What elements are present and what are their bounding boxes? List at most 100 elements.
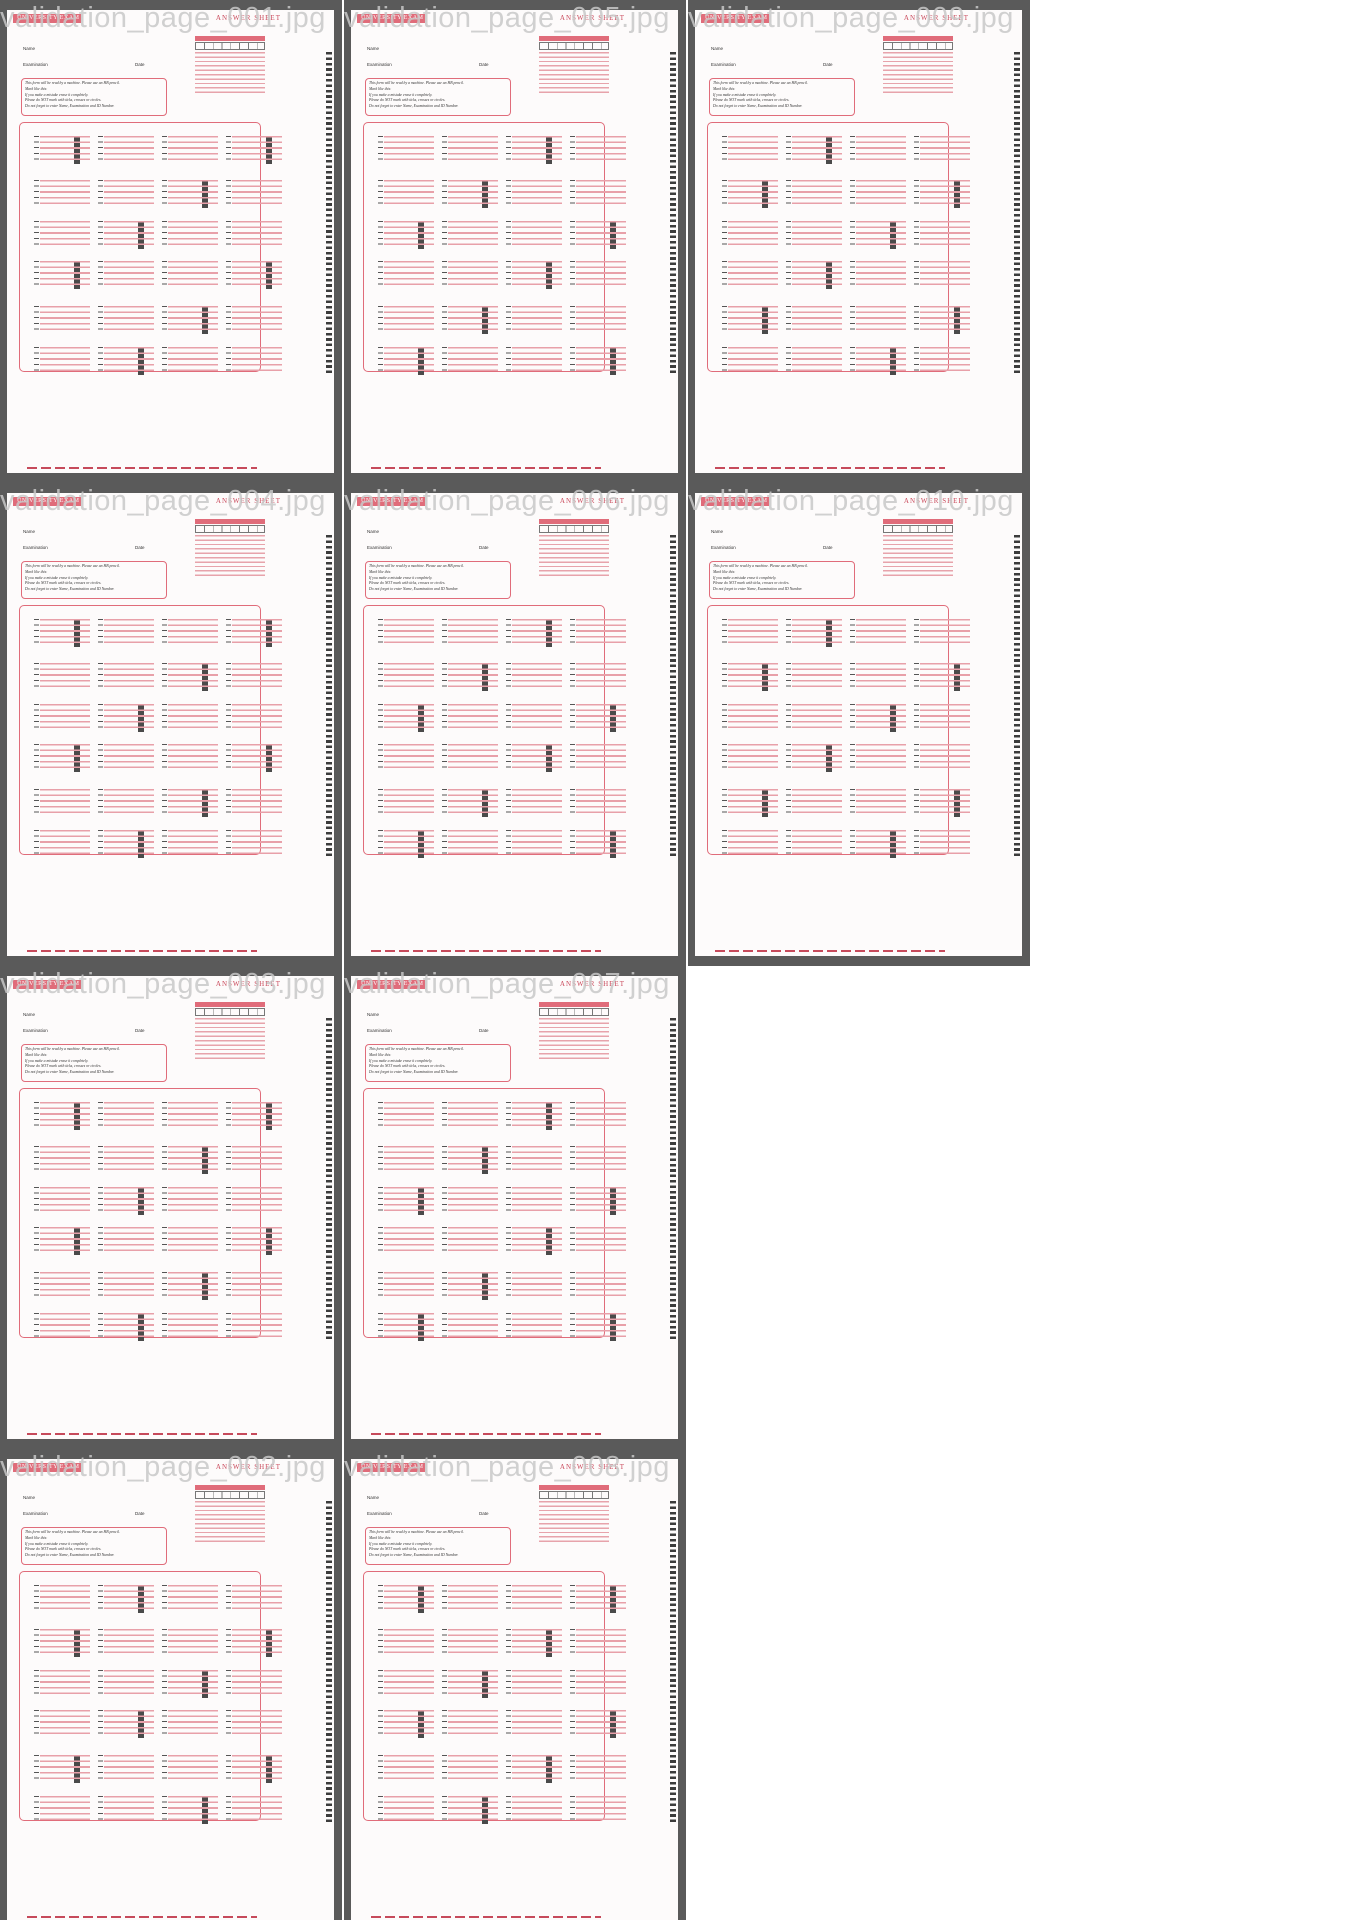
answer-group [570, 261, 626, 289]
thumbnail-tile[interactable]: UNIVERSITY EXAM ANSWER SHEET Name Examinati… [0, 0, 342, 483]
question-numbers [570, 1629, 575, 1657]
question-numbers [442, 306, 447, 334]
answer-column [850, 611, 906, 858]
thumbnail-tile[interactable]: UNIVERSITY EXAM ANSWER SHEET Name Examinati… [0, 1449, 342, 1920]
exam-label: Examination [711, 62, 736, 67]
answer-group [442, 1629, 498, 1657]
question-numbers [378, 261, 383, 289]
answer-group [226, 744, 282, 772]
answer-group [570, 830, 626, 858]
answer-group [506, 306, 562, 334]
sheet-header: UNIVERSITY EXAM ANSWER SHEET [701, 14, 1015, 26]
thumbnail-tile[interactable]: UNIVERSITY EXAM ANSWER SHEET Name Examinati… [688, 483, 1030, 966]
brand-label: UNIVERSITY EXAM [17, 498, 80, 504]
thumbnail-tile[interactable]: UNIVERSITY EXAM ANSWER SHEET Name Examinati… [344, 1449, 686, 1920]
answer-group [850, 306, 906, 334]
question-numbers [506, 830, 511, 858]
answer-group [570, 347, 626, 375]
answer-group [442, 663, 498, 691]
question-numbers [722, 136, 727, 164]
question-numbers [506, 1796, 511, 1824]
timing-marks [670, 1018, 676, 1342]
student-id-boxes [195, 42, 265, 50]
question-numbers [570, 789, 575, 817]
bottom-dash-marks [27, 1433, 257, 1435]
question-numbers [98, 1227, 103, 1255]
answer-group [34, 704, 90, 732]
answer-group [162, 1755, 218, 1783]
answer-group [98, 1710, 154, 1738]
thumbnail-tile[interactable]: UNIVERSITY EXAM ANSWER SHEET Name Examinati… [0, 483, 342, 966]
student-id-grid [539, 1002, 609, 1064]
question-numbers [162, 1227, 167, 1255]
answer-sheet: UNIVERSITY EXAM ANSWER SHEET Name Examinati… [7, 976, 334, 1439]
exam-label: Examination [367, 1028, 392, 1033]
answer-group [914, 136, 970, 164]
answer-group [850, 619, 906, 647]
answer-group [914, 789, 970, 817]
answer-group [98, 306, 154, 334]
answer-column [914, 611, 970, 858]
answer-group [786, 347, 842, 375]
question-numbers [98, 261, 103, 289]
question-numbers [226, 1585, 231, 1613]
answer-group [98, 1796, 154, 1824]
question-numbers [98, 1146, 103, 1174]
answer-group [226, 1585, 282, 1613]
question-numbers [98, 619, 103, 647]
question-numbers [34, 704, 39, 732]
date-label: Date [479, 1028, 489, 1033]
answer-column [506, 1094, 562, 1341]
question-numbers [34, 1102, 39, 1130]
question-numbers [442, 347, 447, 375]
student-id-grid [195, 1485, 265, 1547]
thumbnail-tile[interactable]: UNIVERSITY EXAM ANSWER SHEET Name Examinati… [344, 483, 686, 966]
question-numbers [506, 1227, 511, 1255]
brand-banner: UNIVERSITY EXAM [13, 497, 81, 506]
thumbnail-tile[interactable]: UNIVERSITY EXAM ANSWER SHEET Name Examinati… [688, 0, 1030, 483]
bottom-dash-marks [27, 467, 257, 469]
exam-label: Examination [367, 545, 392, 550]
question-numbers [914, 830, 919, 858]
thumbnail-tile[interactable]: UNIVERSITY EXAM ANSWER SHEET Name Examinati… [344, 0, 686, 483]
name-label: Name [23, 1012, 36, 1017]
question-numbers [378, 221, 383, 249]
answer-group [722, 744, 778, 772]
answer-group [162, 306, 218, 334]
question-numbers [442, 1629, 447, 1657]
answer-sheet: UNIVERSITY EXAM ANSWER SHEET Name Examinati… [7, 493, 334, 956]
question-numbers [226, 1146, 231, 1174]
question-numbers [34, 1227, 39, 1255]
thumbnail-tile[interactable]: UNIVERSITY EXAM ANSWER SHEET Name Examinati… [0, 966, 342, 1449]
answer-column [914, 128, 970, 375]
question-numbers [98, 1187, 103, 1215]
thumbnail-tile[interactable]: UNIVERSITY EXAM ANSWER SHEET Name Examinati… [344, 966, 686, 1449]
sheet-title: ANSWER SHEET [215, 497, 281, 505]
answer-group [506, 619, 562, 647]
answer-group [226, 1629, 282, 1657]
brand-banner: UNIVERSITY EXAM [13, 980, 81, 989]
question-numbers [442, 1187, 447, 1215]
question-numbers [34, 136, 39, 164]
student-id-grid [883, 36, 953, 98]
answer-group [34, 136, 90, 164]
question-numbers [850, 306, 855, 334]
answer-group [786, 830, 842, 858]
answer-sheet: UNIVERSITY EXAM ANSWER SHEET Name Examinati… [7, 10, 334, 473]
question-numbers [98, 1313, 103, 1341]
question-numbers [506, 789, 511, 817]
answer-column [98, 128, 154, 375]
question-numbers [98, 306, 103, 334]
timing-marks [326, 52, 332, 376]
answer-group [162, 1670, 218, 1698]
brand-banner: UNIVERSITY EXAM [701, 14, 769, 23]
question-numbers [506, 704, 511, 732]
name-label: Name [367, 1012, 380, 1017]
answer-group [570, 136, 626, 164]
answer-group [162, 830, 218, 858]
answer-group [98, 1755, 154, 1783]
student-id-bubbles [539, 1501, 609, 1545]
answer-group [786, 221, 842, 249]
answer-group [914, 261, 970, 289]
question-numbers [162, 1585, 167, 1613]
